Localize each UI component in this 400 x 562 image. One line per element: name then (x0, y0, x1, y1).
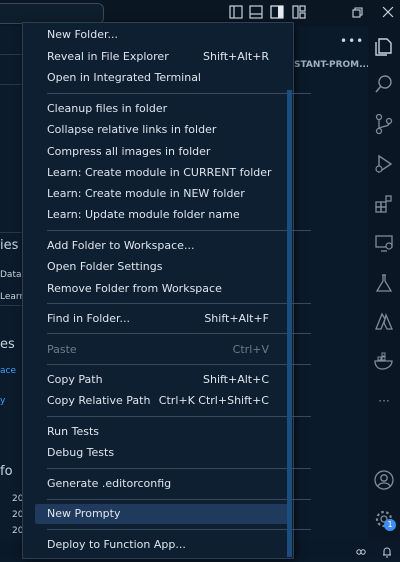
menu-separator (47, 303, 311, 304)
sidebar-fragment: es (0, 337, 15, 352)
customize-layout-icon[interactable] (292, 5, 306, 19)
divider (0, 305, 22, 306)
explorer-context-menu: New Folder... Reveal in File Explorer Shi… (22, 22, 311, 559)
menu-separator (47, 499, 311, 500)
menu-item-copy-relative-path[interactable]: Copy Relative Path Ctrl+K Ctrl+Shift+C (47, 391, 293, 411)
sidebar-fragment: Data S (0, 270, 22, 280)
remote-explorer-icon[interactable] (373, 232, 395, 254)
menu-item-learn-create-new[interactable]: Learn: Create module in NEW folder (47, 184, 293, 204)
notifications-bell-icon[interactable] (381, 543, 393, 558)
settings-badge: 1 (384, 519, 396, 531)
more-views-icon[interactable]: ··· (373, 390, 395, 412)
menu-item-collapse-relative-links[interactable]: Collapse relative links in folder (47, 120, 293, 140)
command-center-search[interactable] (0, 3, 104, 24)
menu-separator (47, 364, 311, 365)
divider (0, 54, 22, 55)
menu-item-new-folder[interactable]: New Folder... (47, 25, 293, 45)
sidebar-link-fragment[interactable]: ace (0, 366, 22, 376)
menu-item-open-folder-settings[interactable]: Open Folder Settings (47, 257, 293, 277)
sidebar-fragment: fo (0, 464, 13, 479)
menu-item-copy-path[interactable]: Copy Path Shift+Alt+C (47, 370, 293, 390)
menu-item-learn-update-name[interactable]: Learn: Update module folder name (47, 205, 293, 225)
menu-separator (47, 93, 311, 94)
menu-item-debug-tests[interactable]: Debug Tests (47, 443, 293, 463)
explorer-icon[interactable] (373, 35, 395, 57)
menu-item-add-folder-to-workspace[interactable]: Add Folder to Workspace... (47, 236, 293, 256)
close-window-icon[interactable] (380, 4, 396, 20)
menu-item-generate-editorconfig[interactable]: Generate .editorconfig (47, 474, 293, 494)
menu-item-deploy-to-function-app[interactable]: Deploy to Function App... (47, 535, 293, 555)
copilot-icon[interactable] (355, 543, 367, 555)
menu-item-paste: Paste Ctrl+V (47, 343, 269, 356)
menu-separator (47, 468, 311, 469)
menu-item-remove-folder[interactable]: Remove Folder from Workspace (47, 279, 293, 299)
menu-item-find-in-folder[interactable]: Find in Folder... Shift+Alt+F (47, 309, 293, 329)
menu-item-new-prompty[interactable]: New Prompty (35, 504, 291, 524)
testing-flask-icon[interactable] (373, 272, 395, 294)
menu-item-learn-create-current[interactable]: Learn: Create module in CURRENT folder (47, 163, 293, 183)
divider (0, 84, 22, 85)
azure-icon[interactable] (373, 311, 395, 333)
menu-separator (47, 230, 311, 231)
more-actions-icon[interactable]: ••• (340, 34, 364, 48)
menu-item-run-tests[interactable]: Run Tests (47, 422, 293, 442)
source-control-icon[interactable] (373, 113, 395, 135)
extensions-icon[interactable] (373, 193, 395, 215)
menu-separator (47, 333, 311, 334)
menu-item-open-in-terminal[interactable]: Open in Integrated Terminal (47, 68, 293, 88)
menu-item-cleanup-files[interactable]: Cleanup files in folder (47, 99, 293, 119)
restore-window-icon[interactable] (349, 4, 365, 20)
sidebar-fragment: ies (0, 238, 19, 253)
menu-separator (47, 529, 311, 530)
search-icon[interactable] (373, 73, 395, 95)
menu-separator (47, 416, 311, 417)
menu-scrollbar[interactable] (287, 90, 292, 557)
editor-tab[interactable]: STANT-PROM... (294, 60, 369, 70)
account-icon[interactable] (373, 469, 395, 491)
run-debug-icon[interactable] (373, 153, 395, 175)
toggle-primary-sidebar-icon[interactable] (229, 5, 243, 19)
sidebar-link-fragment[interactable]: y (0, 396, 22, 406)
divider (0, 232, 22, 233)
toggle-secondary-sidebar-icon[interactable] (270, 5, 284, 19)
menu-item-compress-images[interactable]: Compress all images in folder (47, 142, 293, 162)
docker-icon[interactable] (373, 350, 395, 372)
toggle-panel-icon[interactable] (249, 5, 263, 19)
menu-item-reveal-in-file-explorer[interactable]: Reveal in File Explorer Shift+Alt+R (47, 47, 293, 67)
sidebar-fragment: Learni (0, 292, 22, 302)
